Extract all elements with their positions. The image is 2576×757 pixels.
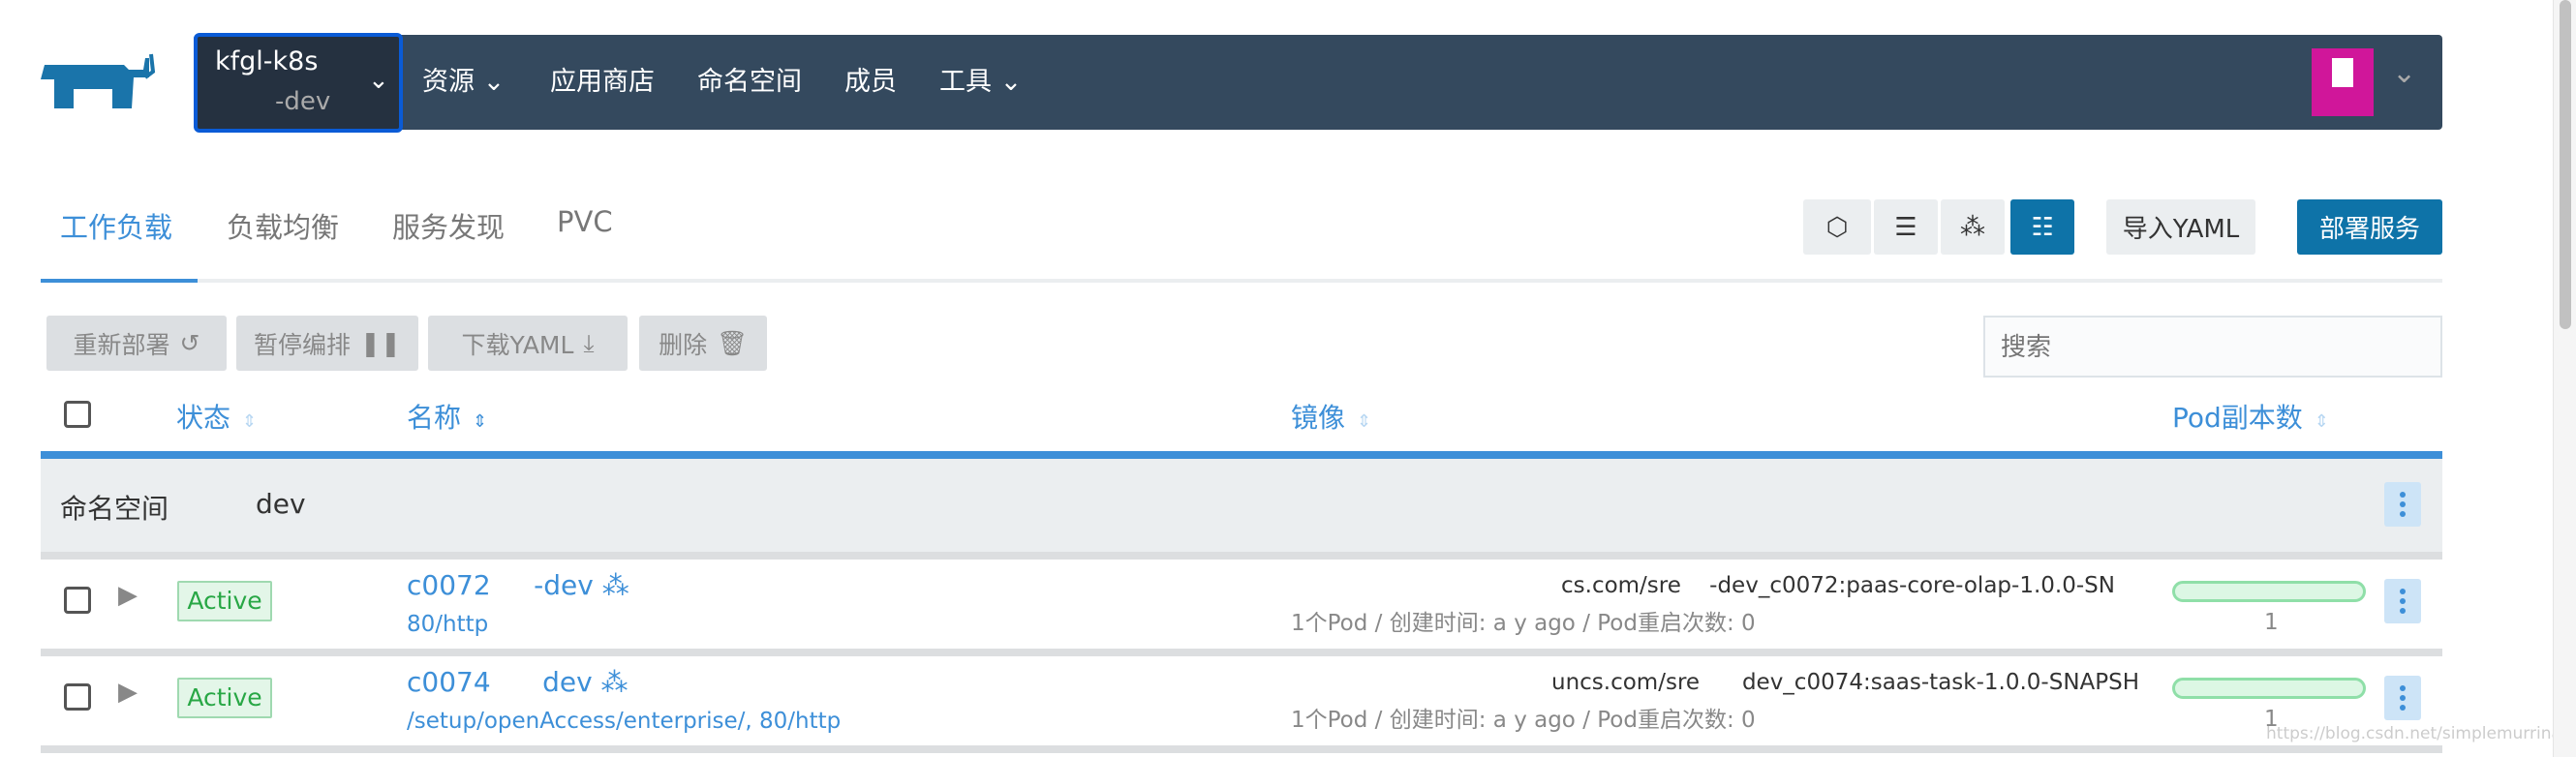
search-input[interactable] — [1983, 316, 2442, 378]
workload-name-link[interactable]: c0074 dev ⁂ — [407, 666, 629, 698]
delete-button[interactable]: 删除 🗑 — [639, 316, 767, 371]
project-name: -dev — [275, 87, 331, 116]
pause-button[interactable]: 暂停编排 ❚❚ — [236, 316, 418, 371]
top-nav-bar — [194, 35, 2442, 130]
tab-active-indicator — [41, 279, 198, 283]
pod-progress-bar — [2172, 581, 2366, 602]
row-divider — [41, 649, 2442, 656]
image-name: uncs.com/sre dev_c0074:saas-task-1.0.0-S… — [1551, 670, 2140, 695]
rancher-logo[interactable] — [37, 50, 169, 118]
watermark: https://blog.csdn.net/simplemurrina — [2266, 724, 2561, 743]
column-header-name[interactable]: 名称 ⇕ — [407, 397, 487, 436]
list-icon[interactable]: ☷ — [2010, 199, 2074, 255]
download-icon: ⤓ — [583, 328, 595, 357]
chevron-down-icon: ⌄ — [368, 66, 389, 95]
table-row: ▶ Active c0072 -dev ⁂ 80/http cs.com/sre… — [41, 560, 2442, 649]
group-menu-button[interactable] — [2384, 482, 2421, 527]
sort-icon: ⇕ — [2314, 411, 2329, 432]
group-value: dev — [256, 488, 306, 520]
download-yaml-button[interactable]: 下载YAML ⤓ — [428, 316, 628, 371]
sort-icon: ⇕ — [242, 411, 258, 432]
nav-members[interactable]: 成员 — [844, 35, 897, 130]
cubes-icon[interactable]: ⁂ — [1941, 199, 2005, 255]
cluster-name: kfgl-k8s — [215, 46, 319, 76]
pod-meta: 1个Pod / 创建时间: a y ago / Pod重启次数: 0 — [1291, 611, 1756, 636]
sort-icon: ⇕ — [1357, 411, 1372, 432]
pause-icon: ❚❚ — [360, 329, 401, 357]
expand-icon[interactable]: ▶ — [118, 678, 138, 707]
tab-workloads[interactable]: 工作负载 — [60, 205, 172, 246]
row-divider — [41, 552, 2442, 560]
cluster-project-switcher[interactable]: kfgl-k8s -dev ⌄ — [194, 33, 403, 133]
nav-tools[interactable]: 工具 ⌄ — [939, 35, 1022, 130]
column-header-pods[interactable]: Pod副本数 ⇕ — [2172, 397, 2329, 436]
row-menu-button[interactable] — [2384, 579, 2421, 623]
pod-meta: 1个Pod / 创建时间: a y ago / Pod重启次数: 0 — [1291, 708, 1756, 733]
image-name: cs.com/sre -dev_c0072:paas-core-olap-1.0… — [1561, 573, 2115, 598]
tab-pvc[interactable]: PVC — [557, 205, 613, 238]
tab-service-discovery[interactable]: 服务发现 — [392, 205, 505, 246]
deploy-button[interactable]: 部署服务 — [2297, 199, 2442, 255]
select-all-checkbox[interactable] — [64, 401, 91, 428]
group-label: 命名空间 — [60, 493, 169, 525]
scrollbar[interactable] — [2553, 0, 2576, 757]
server-icon[interactable]: ☰ — [1874, 199, 1938, 255]
chevron-down-icon: ⌄ — [999, 67, 1023, 97]
tab-load-balancing[interactable]: 负载均衡 — [227, 205, 339, 246]
pod-progress-bar — [2172, 678, 2366, 699]
row-divider — [41, 745, 2442, 753]
import-yaml-button[interactable]: 导入YAML — [2106, 199, 2255, 255]
namespace-group-row: 命名空间 dev — [41, 459, 2442, 552]
header-divider — [41, 451, 2442, 459]
row-checkbox[interactable] — [64, 683, 91, 711]
trash-icon: 🗑 — [717, 328, 748, 357]
nav-app-store[interactable]: 应用商店 — [550, 35, 655, 130]
table-row: ▶ Active c0074 dev ⁂ /setup/openAccess/e… — [41, 656, 2442, 745]
avatar[interactable] — [2312, 48, 2374, 116]
undo-icon: ↺ — [179, 329, 200, 357]
endpoint-link[interactable]: 80/http — [407, 612, 488, 637]
cubes-icon: ⁂ — [600, 666, 629, 698]
sort-icon: ⇕ — [473, 411, 488, 432]
redeploy-button[interactable]: 重新部署 ↺ — [46, 316, 227, 371]
row-checkbox[interactable] — [64, 587, 91, 614]
chevron-down-icon: ⌄ — [482, 67, 506, 97]
chevron-down-icon[interactable]: ⌄ — [2392, 56, 2416, 90]
cube-icon[interactable]: ⬡ — [1803, 199, 1871, 255]
column-header-image[interactable]: 镜像 ⇕ — [1291, 397, 1371, 436]
nav-resources[interactable]: 资源 ⌄ — [422, 35, 505, 130]
workload-name-link[interactable]: c0072 -dev ⁂ — [407, 569, 629, 601]
status-badge: Active — [177, 581, 272, 621]
status-badge: Active — [177, 678, 272, 718]
expand-icon[interactable]: ▶ — [118, 581, 138, 610]
nav-namespaces[interactable]: 命名空间 — [697, 35, 802, 130]
column-header-state[interactable]: 状态 ⇕ — [176, 397, 257, 436]
tab-divider — [41, 279, 2442, 283]
row-menu-button[interactable] — [2384, 676, 2421, 720]
endpoint-link[interactable]: /setup/openAccess/enterprise/, 80/http — [407, 709, 841, 734]
pod-count: 1 — [2264, 610, 2279, 635]
cubes-icon: ⁂ — [601, 569, 629, 601]
